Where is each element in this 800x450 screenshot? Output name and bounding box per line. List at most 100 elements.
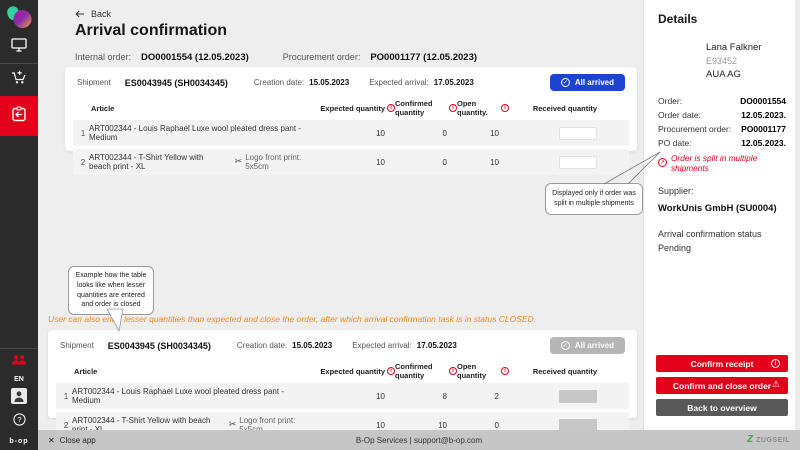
scrollbar-track[interactable] xyxy=(795,0,800,430)
confirm-close-label: Confirm and close order xyxy=(673,381,771,391)
column-received: Received quantity xyxy=(509,367,597,376)
received-qty-box-disabled xyxy=(559,390,597,403)
footer-bar: ✕ Close app B-Op Services | support@b-op… xyxy=(38,430,800,450)
footer-services-text: B-Op Services | support@b-op.com xyxy=(356,436,482,445)
procurement-order-label: Procurement order: xyxy=(283,52,361,62)
received-qty-cell xyxy=(509,156,597,169)
table-row: 1 ART002344 - Louis Raphael Luxe wool pl… xyxy=(56,383,629,409)
all-arrived-button-disabled: ✓ All arrived xyxy=(550,337,625,354)
shipment-header-row: Shipment ES0043945 (SH0034345) Creation … xyxy=(65,67,637,94)
annotation-orange-note: User can also enter lesser quantities th… xyxy=(48,314,536,324)
back-button[interactable]: Back xyxy=(75,9,111,19)
info-icon[interactable]: i xyxy=(387,104,395,112)
help-button[interactable]: ? xyxy=(0,410,38,434)
info-icon[interactable]: i xyxy=(387,367,395,375)
info-icon[interactable]: i xyxy=(449,104,457,112)
supplier-label: Supplier: xyxy=(658,186,786,196)
internal-order-label: Internal order: xyxy=(75,52,131,62)
sidebar: EN ? b-op xyxy=(0,0,38,450)
all-arrived-label: All arrived xyxy=(575,341,614,350)
sidebar-item-dashboard[interactable] xyxy=(0,31,38,63)
procurement-order-value: PO0001177 (12.05.2023) xyxy=(370,52,477,63)
article-name: ART002344 - Louis Raphael Luxe wool plea… xyxy=(89,124,307,142)
users-red-icon xyxy=(11,352,27,370)
language-selector[interactable]: EN xyxy=(14,373,24,386)
column-expected: Expected quantityi xyxy=(307,104,395,113)
received-qty-cell xyxy=(509,390,597,403)
column-confirmed: Confirmed quantityi xyxy=(395,362,457,380)
sidebar-item-arrival-confirmation[interactable] xyxy=(0,96,38,136)
open-qty: 2 xyxy=(457,392,509,401)
status-label: Arrival confirmation status xyxy=(658,229,786,239)
info-circle-icon: i xyxy=(771,359,780,368)
shipment-card-active: Shipment ES0043945 (SH0034345) Creation … xyxy=(65,67,637,151)
detail-pair-order-date: Order date:12.05.2023. xyxy=(658,110,786,120)
user-profile-avatar[interactable] xyxy=(0,386,38,410)
confirm-receipt-label: Confirm receipt xyxy=(691,359,754,369)
info-icon[interactable]: i xyxy=(501,104,509,112)
split-shipment-icon: ↗ xyxy=(658,158,667,167)
details-panel: Details Lana Falkner E93452 AUA AG Order… xyxy=(643,0,800,430)
confirm-close-order-button[interactable]: Confirm and close order ⚠ xyxy=(656,377,788,394)
user-block: Lana Falkner E93452 AUA AG xyxy=(706,41,800,82)
received-qty-input[interactable] xyxy=(559,127,597,140)
column-open: Open quantityi xyxy=(457,362,509,380)
expected-qty: 10 xyxy=(307,392,395,401)
expected-qty: 10 xyxy=(307,158,395,167)
back-to-overview-button[interactable]: Back to overview xyxy=(656,399,788,416)
annotation-split-bubble: Displayed only if order was split in mul… xyxy=(545,183,643,215)
confirm-receipt-button[interactable]: Confirm receipt i xyxy=(656,355,788,372)
confirmed-qty: 0 xyxy=(395,129,457,138)
close-app-label: Close app xyxy=(60,436,96,445)
customization-note: ✂Logo front print: 5x5cm xyxy=(235,153,307,171)
sidebar-item-users[interactable] xyxy=(0,349,38,373)
zugseil-name: ZUGSEIL xyxy=(756,437,790,444)
info-icon[interactable]: i xyxy=(501,367,509,375)
open-qty: 0 xyxy=(457,421,509,430)
confirmed-qty: 10 xyxy=(395,421,457,430)
warning-icon: ⚠ xyxy=(772,381,780,390)
all-arrived-button[interactable]: ✓ All arrived xyxy=(550,74,625,91)
svg-text:?: ? xyxy=(17,415,21,424)
column-open: Open quantity.i xyxy=(457,99,509,117)
received-qty-input[interactable] xyxy=(559,156,597,169)
details-title: Details xyxy=(658,12,800,26)
expected-qty: 10 xyxy=(307,129,395,138)
open-qty: 10 xyxy=(457,129,509,138)
zugseil-mark-icon: Z xyxy=(747,435,753,445)
creation-date-value: 15.05.2023 xyxy=(292,341,332,350)
shipment-value: ES0043945 (SH0034345) xyxy=(125,78,228,88)
shipment-label: Shipment xyxy=(60,341,94,350)
shipment-header-row: Shipment ES0043945 (SH0034345) Creation … xyxy=(48,330,637,357)
person-badge-icon xyxy=(11,388,27,409)
row-index: 1 xyxy=(77,129,89,138)
expected-qty: 10 xyxy=(307,421,395,430)
creation-date-label: Creation date: xyxy=(254,78,304,87)
supplier-value: WorkUnis GmbH (SU0004) xyxy=(658,203,786,214)
detail-pair-order: Order:DO0001554 xyxy=(658,96,786,106)
monitor-icon xyxy=(11,38,27,57)
shipment-card-closed-example: Shipment ES0043945 (SH0034345) Creation … xyxy=(48,330,637,418)
detail-actions: Confirm receipt i Confirm and close orde… xyxy=(656,350,788,416)
expected-arrival-label: Expected arrival: xyxy=(369,78,429,87)
received-qty-cell xyxy=(509,127,597,140)
main-content: Back Arrival confirmation Internal order… xyxy=(38,0,643,430)
sidebar-item-procurement[interactable] xyxy=(0,64,38,96)
order-summary-row: Internal order: DO0001554 (12.05.2023) P… xyxy=(75,52,477,63)
row-index: 2 xyxy=(77,158,89,167)
creation-date-label: Creation date: xyxy=(237,341,287,350)
cart-plus-icon xyxy=(11,70,27,90)
close-app-button[interactable]: ✕ Close app xyxy=(48,436,96,445)
shipment-label: Shipment xyxy=(77,78,111,87)
confirmed-qty: 0 xyxy=(395,158,457,167)
info-icon[interactable]: i xyxy=(449,367,457,375)
sidebar-bottom: EN ? b-op xyxy=(0,348,38,450)
column-expected: Expected quantityi xyxy=(307,367,395,376)
row-index: 1 xyxy=(60,392,72,401)
confirmed-qty: 8 xyxy=(395,392,457,401)
annotation-table-bubble: Example how the table looks like when le… xyxy=(68,266,154,315)
expected-arrival-value: 17.05.2023 xyxy=(434,78,474,87)
row-index: 2 xyxy=(60,421,72,430)
scissors-icon: ✂ xyxy=(235,157,243,167)
column-received: Received quantity xyxy=(509,104,597,113)
